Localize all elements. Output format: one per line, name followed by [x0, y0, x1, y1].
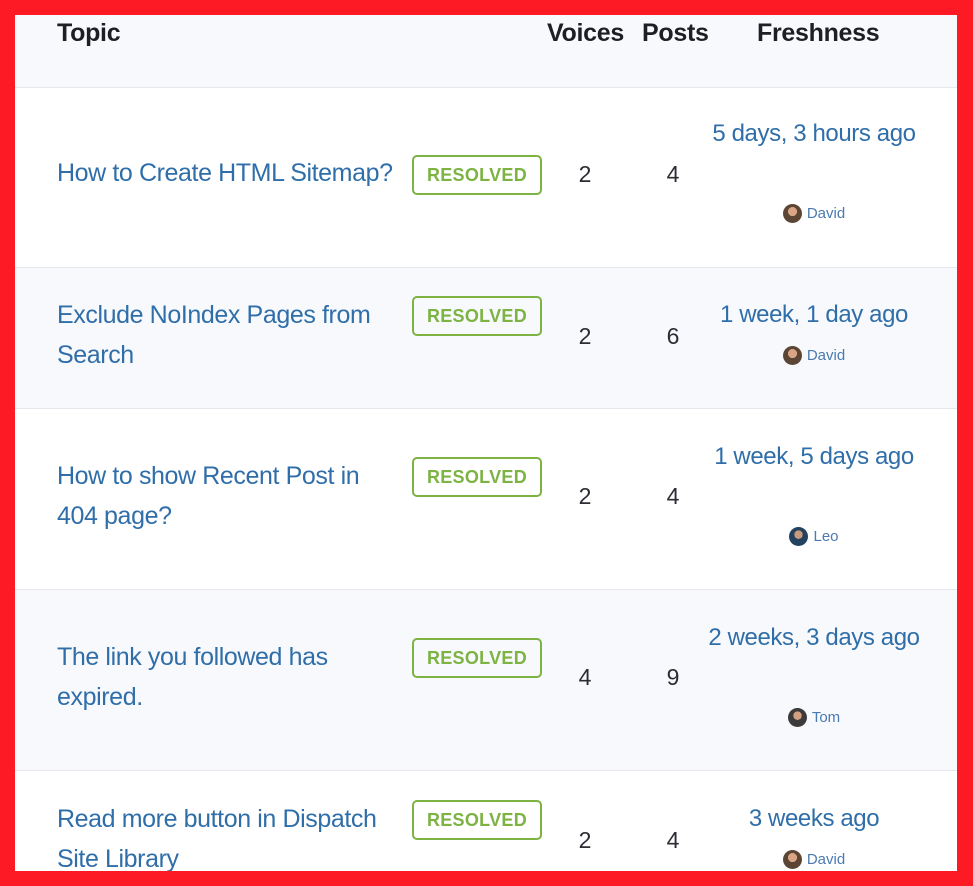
- author[interactable]: David: [705, 346, 923, 365]
- author[interactable]: David: [705, 204, 923, 223]
- avatar-icon: [782, 850, 802, 869]
- freshness-link[interactable]: 1 week, 1 day ago: [705, 295, 923, 335]
- table-row: Read more button in Dispatch Site Librar…: [15, 771, 957, 871]
- column-header-voices: Voices: [547, 19, 624, 47]
- voices-count: 4: [578, 664, 592, 690]
- author-name: David: [806, 347, 846, 364]
- freshness-link[interactable]: 5 days, 3 hours ago: [705, 114, 923, 154]
- table-header: Topic Voices Posts Freshness: [15, 15, 957, 88]
- table-row: How to Create HTML Sitemap? RESOLVED 2 4…: [15, 87, 957, 268]
- status-badge: RESOLVED: [412, 155, 542, 195]
- status-badge: RESOLVED: [412, 800, 542, 840]
- author[interactable]: Tom: [705, 708, 923, 727]
- table-row: The link you followed has expired. RESOL…: [15, 590, 957, 771]
- author-name: David: [806, 851, 846, 868]
- table-row: Exclude NoIndex Pages from Search RESOLV…: [15, 268, 957, 409]
- author-name: David: [806, 205, 846, 222]
- status-badge: RESOLVED: [412, 296, 542, 336]
- topic-link[interactable]: How to show Recent Post in 404 page?: [57, 456, 402, 536]
- avatar-icon: [782, 346, 802, 365]
- posts-count: 4: [666, 827, 680, 853]
- posts-count: 6: [666, 323, 680, 349]
- posts-count: 4: [666, 161, 680, 187]
- voices-count: 2: [578, 323, 592, 349]
- author[interactable]: Leo: [705, 527, 923, 546]
- topic-link[interactable]: How to Create HTML Sitemap?: [57, 153, 402, 193]
- topic-link[interactable]: Read more button in Dispatch Site Librar…: [57, 799, 402, 871]
- avatar-icon: [789, 527, 809, 546]
- freshness-link[interactable]: 2 weeks, 3 days ago: [705, 618, 923, 658]
- posts-count: 9: [666, 664, 680, 690]
- author-name: Leo: [813, 528, 839, 545]
- author[interactable]: David: [705, 850, 923, 869]
- column-header-posts: Posts: [642, 19, 709, 47]
- avatar-icon: [787, 708, 807, 727]
- voices-count: 2: [578, 827, 592, 853]
- freshness-link[interactable]: 3 weeks ago: [705, 799, 923, 839]
- topics-table: Topic Voices Posts Freshness How to Crea…: [15, 15, 957, 871]
- freshness-link[interactable]: 1 week, 5 days ago: [705, 437, 923, 477]
- voices-count: 2: [578, 161, 592, 187]
- avatar-icon: [782, 204, 802, 223]
- author-name: Tom: [811, 709, 841, 726]
- status-badge: RESOLVED: [412, 457, 542, 497]
- column-header-topic: Topic: [57, 19, 121, 47]
- column-header-freshness: Freshness: [757, 19, 880, 47]
- table-row: How to show Recent Post in 404 page? RES…: [15, 409, 957, 590]
- topic-link[interactable]: Exclude NoIndex Pages from Search: [57, 295, 402, 375]
- topic-link[interactable]: The link you followed has expired.: [57, 637, 402, 717]
- posts-count: 4: [666, 483, 680, 509]
- status-badge: RESOLVED: [412, 638, 542, 678]
- voices-count: 2: [578, 483, 592, 509]
